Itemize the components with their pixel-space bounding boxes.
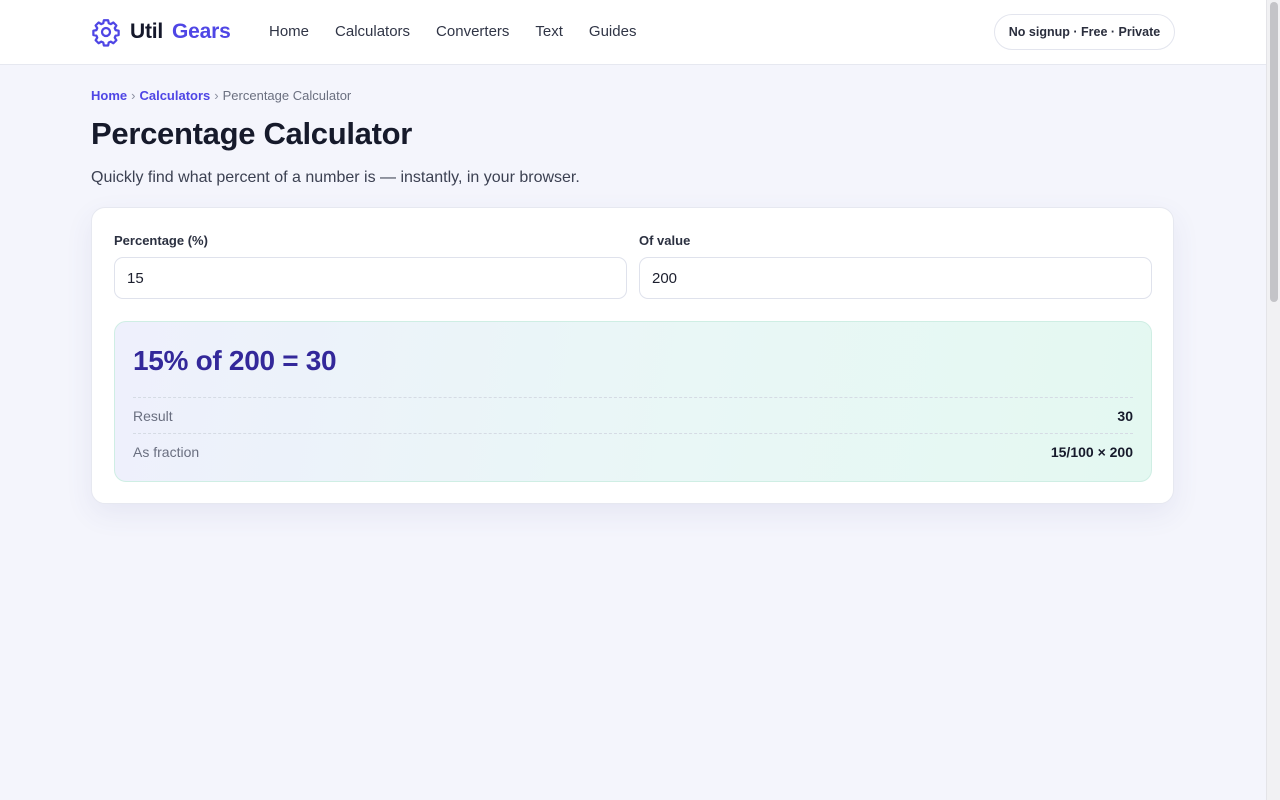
breadcrumb-separator: › — [131, 88, 136, 103]
header-pill: No signup · Free · Private — [994, 14, 1175, 50]
of-value-label: Of value — [639, 233, 691, 248]
page-subtitle: Quickly find what percent of a number is… — [91, 169, 580, 186]
logo-text: Util Gears — [130, 20, 231, 44]
breadcrumb: Home › Calculators › Percentage Calculator — [91, 87, 351, 105]
breadcrumb-home[interactable]: Home — [91, 88, 127, 103]
fraction-row-label: As fraction — [133, 443, 200, 460]
nav-text[interactable]: Text — [535, 22, 563, 42]
calculator-card: Percentage (%) Of value 15% of 200 = 30 … — [91, 207, 1174, 504]
logo-word-gears: Gears — [172, 20, 231, 43]
nav-calculators[interactable]: Calculators — [335, 22, 410, 42]
nav-guides[interactable]: Guides — [589, 22, 637, 42]
nav-home[interactable]: Home — [269, 22, 309, 42]
main-nav: Home Calculators Converters Text Guides — [269, 22, 662, 42]
breadcrumb-separator: › — [214, 88, 219, 103]
fraction-row: As fraction 15/100 × 200 — [133, 433, 1133, 469]
page: Util Gears Home Calculators Converters Te… — [0, 0, 1266, 800]
scrollbar-thumb[interactable] — [1270, 2, 1278, 302]
breadcrumb-calculators[interactable]: Calculators — [139, 88, 210, 103]
result-row: Result 30 — [133, 397, 1133, 433]
logo[interactable]: Util Gears — [91, 16, 231, 48]
result-headline: 15% of 200 = 30 — [133, 345, 337, 376]
result-row-value: 30 — [1117, 407, 1133, 424]
nav-converters[interactable]: Converters — [436, 22, 509, 42]
percentage-label: Percentage (%) — [114, 233, 208, 248]
percentage-input[interactable] — [114, 257, 627, 299]
result-panel: 15% of 200 = 30 Result 30 As fraction 15… — [114, 321, 1152, 482]
breadcrumb-current: Percentage Calculator — [222, 88, 352, 103]
gear-icon — [91, 17, 121, 47]
site-header: Util Gears Home Calculators Converters Te… — [0, 0, 1266, 65]
of-value-input[interactable] — [639, 257, 1152, 299]
scrollbar[interactable] — [1266, 0, 1280, 800]
fraction-row-value: 15/100 × 200 — [1050, 443, 1133, 460]
logo-word-util: Util — [130, 20, 164, 43]
result-row-label: Result — [133, 407, 173, 424]
page-title: Percentage Calculator — [91, 116, 413, 151]
